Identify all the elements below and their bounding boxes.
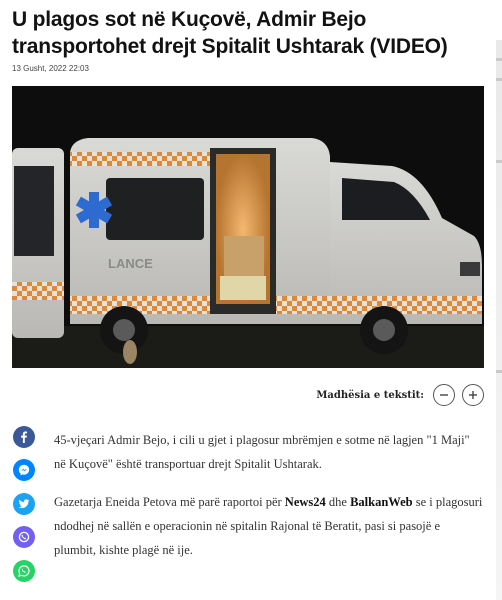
article-body: 45-vjeçari Admir Bejo, i cili u gjet i p… <box>54 428 484 562</box>
paragraph-text: dhe <box>325 495 351 509</box>
font-size-label: Madhësia e tekstit: <box>316 389 424 401</box>
font-size-control: Madhësia e tekstit: <box>316 384 484 406</box>
article-paragraph-2: Gazetarja Eneida Petova më parë raportoi… <box>54 490 484 562</box>
article-date: 13 Gusht, 2022 22:03 <box>12 64 89 73</box>
increase-font-button[interactable] <box>462 384 484 406</box>
article-photo[interactable]: LANCE <box>12 86 484 368</box>
balkanweb-link[interactable]: BalkanWeb <box>350 495 413 509</box>
whatsapp-icon <box>18 565 30 577</box>
facebook-icon <box>21 431 27 443</box>
decrease-font-button[interactable] <box>433 384 455 406</box>
ambulance-photo: LANCE <box>12 86 484 368</box>
article-headline: U plagos sot në Kuçovë, Admir Bejo trans… <box>12 8 448 58</box>
share-whatsapp-button[interactable] <box>13 560 35 582</box>
news24-link[interactable]: News24 <box>285 495 326 509</box>
article-paragraph-1: 45-vjeçari Admir Bejo, i cili u gjet i p… <box>54 433 470 471</box>
viber-icon <box>18 531 30 543</box>
share-viber-button[interactable] <box>13 526 35 548</box>
messenger-icon <box>18 464 30 476</box>
share-twitter-button[interactable] <box>13 493 35 515</box>
minus-icon <box>440 394 448 396</box>
plus-icon <box>469 391 477 399</box>
twitter-icon <box>18 499 30 509</box>
share-facebook-button[interactable] <box>13 426 35 448</box>
share-messenger-button[interactable] <box>13 459 35 481</box>
page-scroll-edge <box>496 40 502 600</box>
paragraph-text: Gazetarja Eneida Petova më parë raportoi… <box>54 495 285 509</box>
svg-text:LANCE: LANCE <box>108 256 153 271</box>
